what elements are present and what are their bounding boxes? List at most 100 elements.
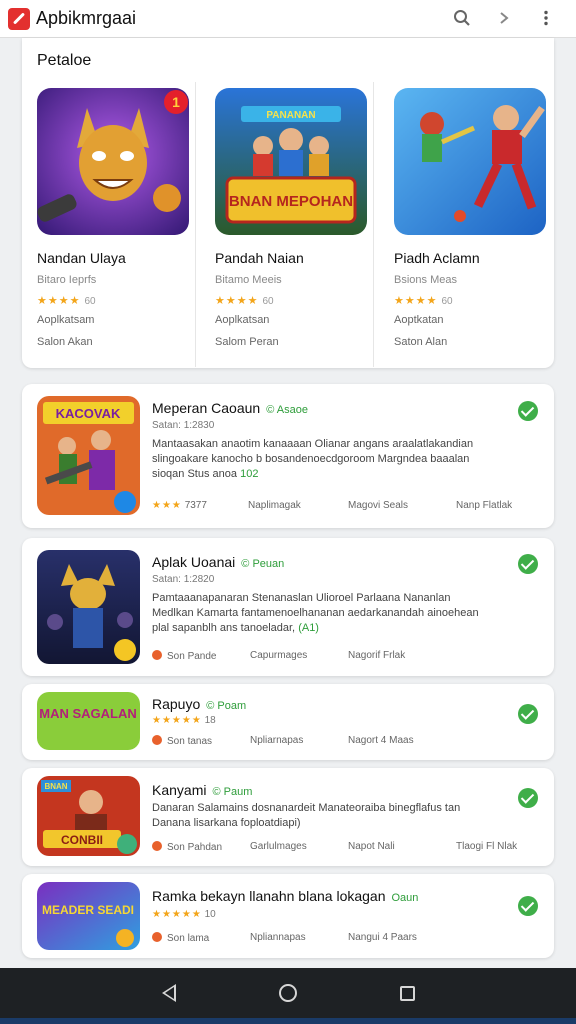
app-list-item[interactable]: MEADER SEADI Ramka bekayn llanahn blana … <box>22 874 554 958</box>
app-title-text: Aplak Uoanai <box>152 554 236 570</box>
installed-check-icon[interactable] <box>518 788 538 808</box>
app-description-text: Mantaasakan anaotim kanaaaan Olianar ang… <box>152 438 474 480</box>
game-developer: Bitaro Ieprfs <box>37 274 97 286</box>
rating-stars-value: ★★★★★ <box>152 909 202 920</box>
description-highlight: 102 <box>240 468 259 480</box>
app-meta: Son Pahdan <box>152 841 222 853</box>
rating-count: 60 <box>441 296 453 307</box>
app-meta: Npliarnapas <box>250 735 304 746</box>
installed-check-icon[interactable] <box>518 554 538 574</box>
game-thumbnail[interactable]: PANANAN BNAN MEPOHAN <box>215 88 367 235</box>
app-title[interactable]: Meperan Caoaun © Asaoe <box>152 400 308 416</box>
app-meta: Napot Nali <box>348 841 395 852</box>
back-icon[interactable] <box>161 984 176 1002</box>
app-title: Apbikmrgaai <box>36 8 137 28</box>
installed-check-icon[interactable] <box>518 896 538 916</box>
app-title-text: Rapuyo <box>152 696 201 712</box>
publisher-icon <box>152 841 162 851</box>
app-title-text: Kanyami <box>152 782 207 798</box>
publisher-icon <box>152 650 162 660</box>
app-title[interactable]: Ramka bekayn llanahn blana lokagan Oaun <box>152 888 418 904</box>
app-bar-actions <box>450 6 558 30</box>
app-title-text: Meperan Caoaun <box>152 400 261 416</box>
thumbnail-title: MEADER SEADI <box>42 903 134 917</box>
installed-check-icon[interactable] <box>518 704 538 724</box>
app-meta: Nagorif Frlak <box>348 650 406 661</box>
app-meta: Son lama <box>152 932 209 944</box>
update-badge: 1 <box>164 90 188 114</box>
app-meta-text: Son tanas <box>167 736 213 747</box>
app-meta-text: Son Pande <box>167 651 217 662</box>
app-title[interactable]: Kanyami © Paum <box>152 782 252 798</box>
app-description: Pamtaaanapanaran Stenanaslan Ulioroel Pa… <box>152 591 492 636</box>
app-meta: Garlulmages <box>250 841 307 852</box>
app-meta: Son Pande <box>152 650 217 662</box>
rating-count: 60 <box>262 296 274 307</box>
app-meta: Magovi Seals <box>348 500 409 511</box>
featured-card[interactable]: Piadh Aclamn Bsions Meas ★★★★ 60 Aoptkata… <box>379 82 553 367</box>
thumbnail-topline: PANANAN <box>266 110 315 121</box>
featured-card[interactable]: 1 Nandan Ulaya Bitaro Ieprfs ★★★★ 60 Aopl… <box>22 82 196 367</box>
app-bar: Apbikmrgaai <box>0 0 576 38</box>
rating-stars: ★★★★ 60 <box>394 294 453 307</box>
thumbnail-title: KACOVAK <box>56 406 121 421</box>
rating-stars: ★★★★ 60 <box>37 294 96 307</box>
publisher-tag: © Peuan <box>241 558 285 570</box>
rating-count: 18 <box>204 715 216 726</box>
app-meta: Nagort 4 Maas <box>348 735 414 746</box>
game-category: Aoplkatsan <box>215 314 270 326</box>
app-subtitle: Satan: 1:2830 <box>152 420 215 431</box>
game-thumbnail[interactable]: KACOVAK <box>37 396 140 515</box>
rating-stars-value: ★★★ <box>152 500 182 511</box>
search-icon[interactable] <box>450 6 474 30</box>
game-thumbnail[interactable]: BNAN CONBII <box>37 776 140 856</box>
publisher-tag: © Poam <box>206 700 247 712</box>
rating-stars: ★★★ 7377 <box>152 500 207 511</box>
app-list-item[interactable]: KACOVAK Meperan Caoaun © Asaoe Satan: 1:2… <box>22 384 554 528</box>
game-name[interactable]: Nandan Ulaya <box>37 250 126 266</box>
rating-stars: ★★★★★ 10 <box>152 909 216 920</box>
recent-apps-icon[interactable] <box>399 985 415 1001</box>
app-description: Mantaasakan anaotim kanaaaan Olianar ang… <box>152 437 492 482</box>
game-thumbnail[interactable]: MEADER SEADI <box>37 882 140 950</box>
game-seller: Salom Peran <box>215 336 279 348</box>
home-icon[interactable] <box>278 984 297 1002</box>
more-vert-icon[interactable] <box>534 6 558 30</box>
app-list-item[interactable]: Aplak Uoanai © Peuan Satan: 1:2820 Pamtaa… <box>22 538 554 676</box>
app-title[interactable]: Aplak Uoanai © Peuan <box>152 554 284 570</box>
game-developer: Bsions Meas <box>394 274 457 286</box>
app-logo-icon <box>8 7 30 30</box>
app-meta: Capurmages <box>250 650 308 661</box>
app-list-item[interactable]: BNAN CONBII Kanyami © Paum Danaran Salama… <box>22 768 554 866</box>
app-meta-text: Son lama <box>167 933 210 944</box>
app-subtitle: Satan: 1:2820 <box>152 574 215 585</box>
installed-check-icon[interactable] <box>518 401 538 421</box>
thumbnail-title: CONBII <box>61 833 103 847</box>
game-name[interactable]: Piadh Aclamn <box>394 250 480 266</box>
rating-count: 7377 <box>184 500 207 511</box>
publisher-tag: © Paum <box>212 786 253 798</box>
app-list-item[interactable]: MAN SAGALAN Rapuyo © Poam ★★★★★ 18 Son ta… <box>22 684 554 760</box>
game-thumbnail[interactable] <box>394 88 546 235</box>
chevron-right-icon[interactable] <box>492 6 516 30</box>
game-developer: Bitamo Meeis <box>215 274 282 286</box>
featured-card[interactable]: PANANAN BNAN MEPOHAN Pandah Naian Bitamo… <box>200 82 374 367</box>
app-meta: Naplimagak <box>248 500 301 511</box>
rating-stars-value: ★★★★★ <box>152 715 202 726</box>
publisher-tag: © Asaoe <box>266 404 308 416</box>
publisher-icon <box>152 735 162 745</box>
app-title-text: Ramka bekayn llanahn blana lokagan <box>152 888 386 904</box>
rating-count: 10 <box>204 909 216 920</box>
game-category: Aoptkatan <box>394 314 444 326</box>
app-meta-text: Son Pahdan <box>167 842 223 853</box>
publisher-tag: Oaun <box>391 892 419 904</box>
game-thumbnail[interactable]: MAN SAGALAN <box>37 692 140 750</box>
rating-stars: ★★★★★ 18 <box>152 715 216 726</box>
game-thumbnail[interactable] <box>37 550 140 664</box>
rating-stars-value: ★★★★ <box>215 295 259 307</box>
app-meta: Nanp Flatlak <box>456 500 513 511</box>
app-title[interactable]: Rapuyo © Poam <box>152 696 246 712</box>
game-seller: Salon Akan <box>37 336 93 348</box>
game-name[interactable]: Pandah Naian <box>215 250 304 266</box>
rating-count: 60 <box>84 296 96 307</box>
